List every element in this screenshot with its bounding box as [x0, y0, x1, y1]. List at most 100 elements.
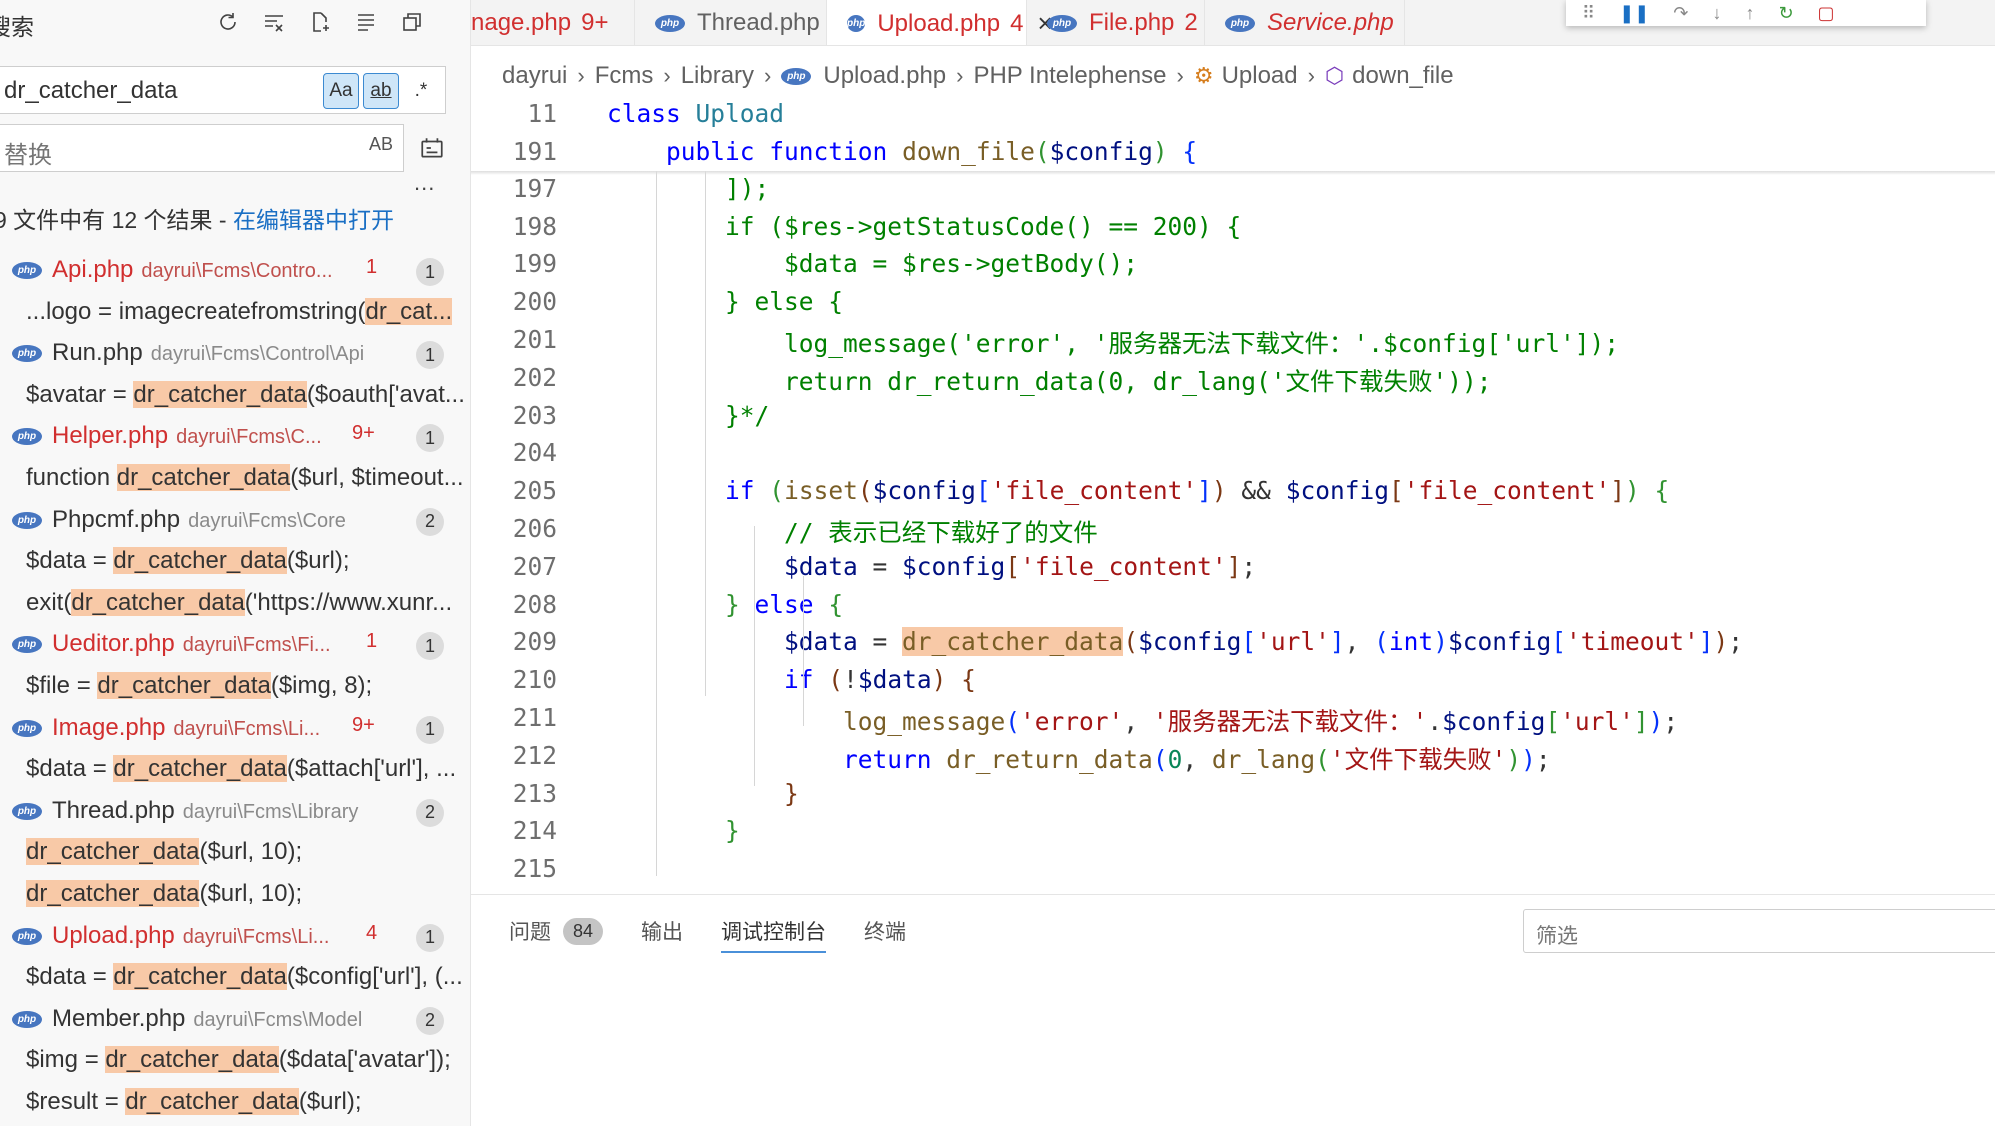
view-as-tree-icon[interactable] — [396, 6, 428, 38]
code-line[interactable]: 208 } else { — [471, 586, 1995, 624]
code-token: // 表示已经下载好了的文件 — [784, 518, 1098, 547]
line-number: 200 — [512, 287, 557, 317]
match-count-badge: 1 — [416, 258, 444, 286]
code-line[interactable]: 211 log_message('error', '服务器无法下载文件：'.$c… — [471, 699, 1995, 737]
code-line[interactable]: 212 return dr_return_data(0, dr_lang('文件… — [471, 737, 1995, 775]
stop-icon[interactable]: ▢ — [1818, 2, 1835, 24]
debug-toolbar: ⠿ ❚❚ ↷ ↓ ↑ ↻ ▢ — [1566, 0, 1926, 26]
result-file[interactable]: php Thread.php dayrui\Fcms\Library 2 — [0, 791, 470, 833]
panel-tab[interactable]: 问题 84 — [509, 911, 604, 951]
code-line[interactable]: 198 if ($res->getStatusCode() == 200) { — [471, 208, 1995, 246]
result-match[interactable]: $data = dr_catcher_data($url); — [0, 541, 470, 583]
code-line[interactable]: 207 $data = $config['file_content']; — [471, 548, 1995, 586]
result-file-name: Phpcmf.php dayrui\Fcms\Core — [52, 506, 346, 534]
match-prefix: $data = — [26, 755, 114, 783]
tab-nage-php[interactable]: nage.php 9+ — [471, 0, 635, 45]
code-line[interactable]: 215 — [471, 850, 1995, 888]
result-match[interactable]: function dr_catcher_data($url, $timeout.… — [0, 458, 470, 500]
code-line[interactable]: 202 return dr_return_data(0, dr_lang('文件… — [471, 359, 1995, 397]
code-line[interactable]: 210 if (!$data) { — [471, 661, 1995, 699]
panel-tab[interactable]: 调试控制台 — [721, 911, 827, 953]
breadcrumb-item[interactable]: PHP Intelephense — [973, 62, 1166, 90]
result-match[interactable]: $img = dr_catcher_data($data['avatar']); — [0, 1040, 470, 1082]
code-line[interactable]: 199 $data = $res->getBody(); — [471, 245, 1995, 283]
result-match[interactable]: ...logo = imagecreatefromstring(dr_cat..… — [0, 292, 470, 334]
code-line[interactable]: 213 } — [471, 775, 1995, 813]
breadcrumb-item[interactable]: Fcms — [595, 62, 654, 90]
result-file[interactable]: php Helper.php dayrui\Fcms\C... 9+ 1 — [0, 416, 470, 458]
collapse-all-icon[interactable] — [350, 6, 382, 38]
open-in-editor-link[interactable]: 在编辑器中打开 — [233, 207, 394, 233]
result-match[interactable]: dr_catcher_data($url, 10); — [0, 874, 470, 916]
match-prefix: $avatar = — [26, 380, 134, 408]
tab-file-php[interactable]: php File.php 2 — [1027, 0, 1205, 45]
restart-icon[interactable]: ↻ — [1778, 2, 1793, 24]
step-into-icon[interactable]: ↓ — [1712, 2, 1721, 24]
match-count-badge: 1 — [416, 424, 444, 453]
match-whole-word-toggle[interactable]: ab — [363, 73, 399, 109]
result-file[interactable]: php Run.php dayrui\Fcms\Control\Api 1 — [0, 333, 470, 375]
code-line[interactable]: 200 } else { — [471, 283, 1995, 321]
code-line[interactable]: 205 if (isset($config['file_content']) &… — [471, 472, 1995, 510]
breadcrumb-item[interactable]: down_file — [1352, 62, 1453, 90]
result-file[interactable]: php Ueditor.php dayrui\Fcms\Fi... 1 1 — [0, 624, 470, 666]
replace-input[interactable]: 替换 AB — [0, 124, 404, 172]
refresh-icon[interactable] — [212, 6, 244, 38]
toggle-search-details[interactable]: ... — [414, 170, 435, 196]
step-out-icon[interactable]: ↑ — [1745, 2, 1754, 24]
breadcrumb-item[interactable]: Upload — [1222, 62, 1298, 90]
code-line[interactable]: 203 }*/ — [471, 397, 1995, 435]
replace-all-icon[interactable] — [414, 130, 450, 166]
code-line[interactable]: 206 // 表示已经下载好了的文件 — [471, 510, 1995, 548]
drag-handle-icon[interactable]: ⠿ — [1582, 2, 1595, 24]
problem-count: 1 — [366, 630, 378, 653]
result-match[interactable]: $data = dr_catcher_data($attach['url'], … — [0, 749, 470, 791]
panel-tab[interactable]: 输出 — [641, 911, 683, 951]
code-line[interactable]: 191 public function down_file($config) { — [471, 132, 1995, 171]
search-input[interactable]: dr_catcher_data Aa ab .* — [0, 66, 446, 114]
code-line[interactable]: 204 — [471, 434, 1995, 472]
code-line[interactable]: 214 } — [471, 812, 1995, 850]
result-file[interactable]: php Upload.php dayrui\Fcms\Li... 4 1 — [0, 916, 470, 958]
panel-tab-label: 调试控制台 — [721, 921, 827, 944]
result-match[interactable]: $result = dr_catcher_data($url); — [0, 1082, 470, 1124]
panel-tab[interactable]: 终端 — [864, 911, 906, 951]
result-file[interactable]: php Api.php dayrui\Fcms\Contro... 1 1 — [0, 250, 470, 292]
preserve-case-toggle[interactable]: AB — [369, 134, 393, 155]
pause-icon[interactable]: ❚❚ — [1619, 2, 1649, 24]
result-file[interactable]: php Phpcmf.php dayrui\Fcms\Core 2 — [0, 500, 470, 542]
breadcrumb-item[interactable]: Upload.php — [823, 62, 946, 90]
result-file[interactable]: php Member.php dayrui\Fcms\Model 2 — [0, 999, 470, 1041]
new-search-editor-icon[interactable] — [304, 6, 336, 38]
match-case-toggle[interactable]: Aa — [323, 73, 359, 109]
regex-toggle[interactable]: .* — [403, 73, 439, 109]
file-name-text: Image.php — [52, 713, 166, 741]
tab-upload-php[interactable]: php Upload.php 4 × — [827, 0, 1053, 45]
code-line[interactable]: 11 class Upload — [471, 96, 1995, 133]
tab-problem-badge: 9+ — [581, 9, 609, 36]
filter-input[interactable]: 筛选 — [1523, 909, 1995, 953]
result-file[interactable]: php Image.php dayrui\Fcms\Li... 9+ 1 — [0, 708, 470, 750]
tab-service-php[interactable]: php Service.php — [1205, 0, 1405, 45]
code-line[interactable]: 197 ]); — [471, 170, 1995, 208]
code-line[interactable]: 201 log_message('error', '服务器无法下载文件：'.$c… — [471, 321, 1995, 359]
code-token: else — [754, 589, 814, 619]
clear-results-icon[interactable] — [258, 6, 290, 38]
result-match[interactable]: $avatar = dr_catcher_data($oauth['avat..… — [0, 375, 470, 417]
code-token: $data — [857, 665, 932, 695]
code-line[interactable]: 209 $data = dr_catcher_data($config['url… — [471, 623, 1995, 661]
result-match[interactable]: $data = dr_catcher_data($config['url'], … — [0, 957, 470, 999]
tab-thread-php[interactable]: php Thread.php — [635, 0, 827, 45]
breadcrumb-item[interactable]: Library — [681, 62, 754, 90]
result-match[interactable]: $file = dr_catcher_data($img, 8); — [0, 666, 470, 708]
code-token: function — [769, 136, 888, 166]
result-file-path: dayrui\Fcms\Li... — [173, 717, 321, 740]
result-match[interactable]: exit(dr_catcher_data('https://www.xunr..… — [0, 583, 470, 625]
php-file-icon: php — [12, 636, 42, 654]
step-over-icon[interactable]: ↷ — [1673, 2, 1688, 24]
code-editor[interactable]: 196 'timeout' => (int)$config['timeout']… — [471, 96, 1995, 894]
breadcrumb-item[interactable]: dayrui — [502, 62, 567, 90]
result-match[interactable]: dr_catcher_data($url, 10); — [0, 832, 470, 874]
code-token: '文件下载失败' — [1329, 744, 1507, 774]
